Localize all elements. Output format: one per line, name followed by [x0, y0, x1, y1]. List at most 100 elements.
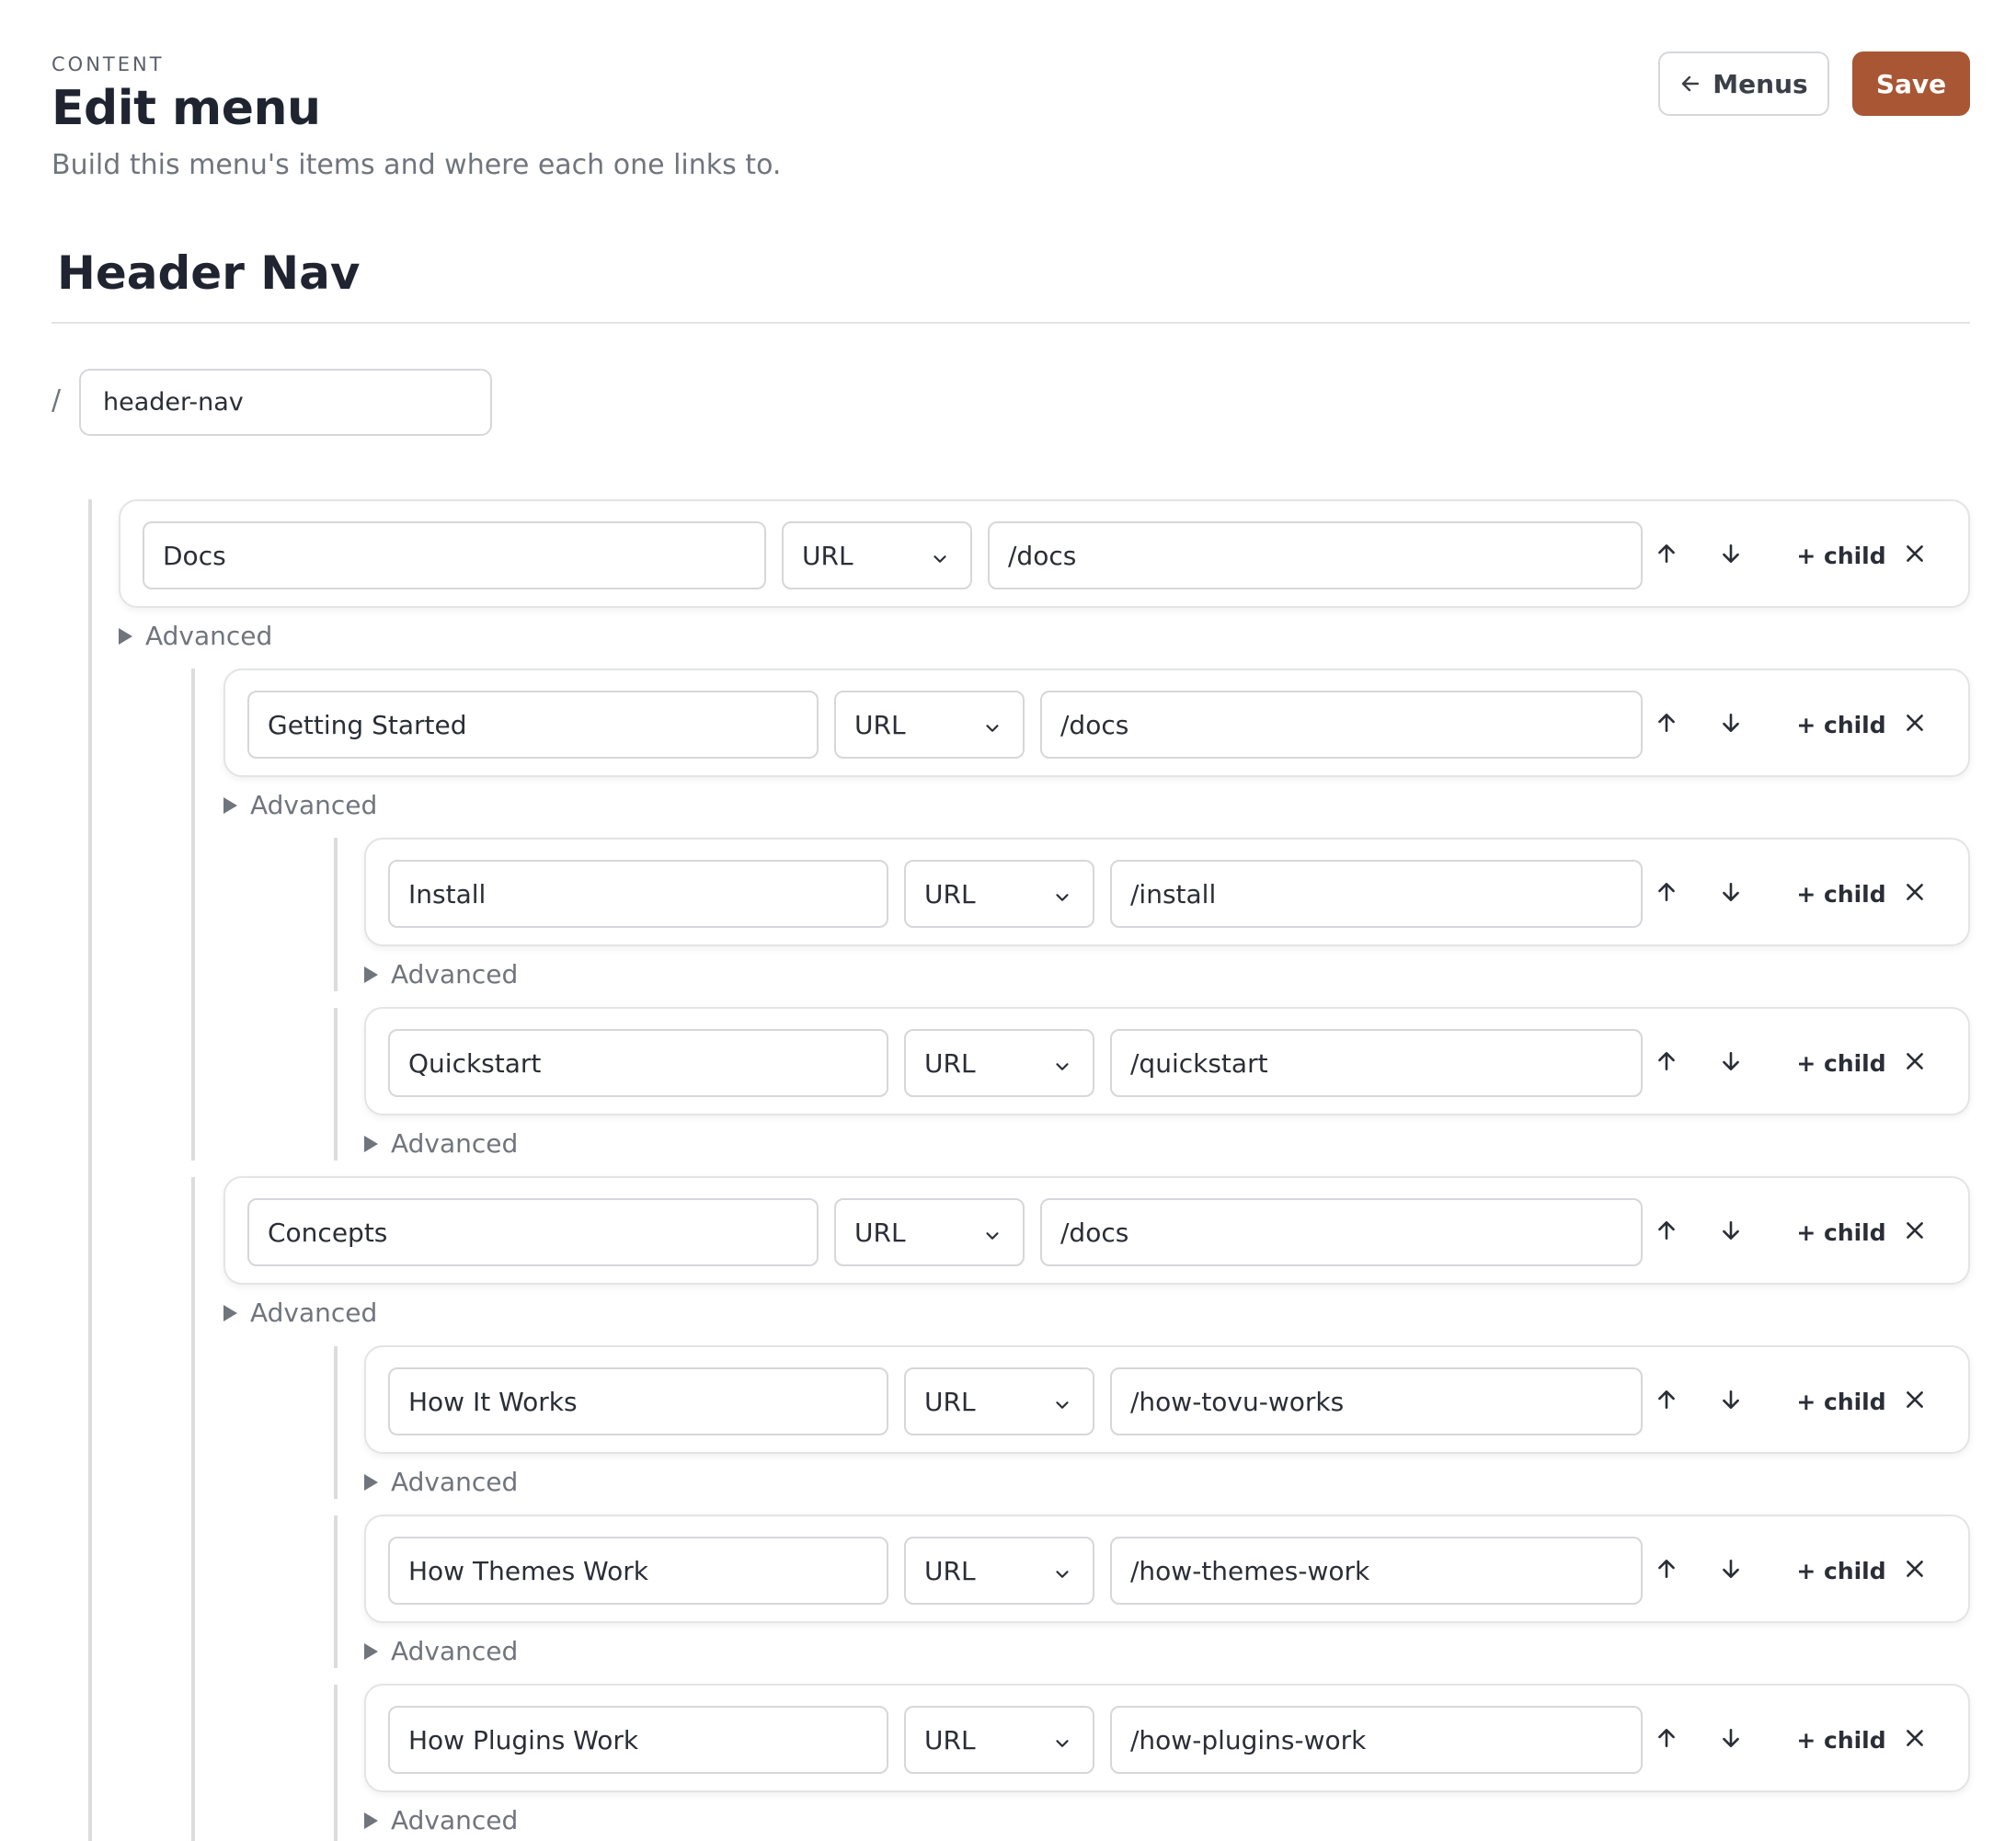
remove-item-button[interactable] [1896, 1036, 1933, 1090]
arrow-up-icon [1655, 1726, 1678, 1754]
close-icon [1903, 1557, 1927, 1584]
move-down-button[interactable] [1712, 1375, 1749, 1428]
caret-right-icon [223, 796, 237, 814]
add-child-button[interactable]: + child [1793, 1544, 1889, 1597]
arrow-down-icon [1719, 1388, 1743, 1415]
slug-input[interactable]: header-nav [79, 369, 492, 436]
move-up-button[interactable] [1648, 1544, 1685, 1597]
arrow-up-icon [1655, 880, 1678, 908]
slug-prefix: / [52, 384, 62, 417]
caret-right-icon [364, 1135, 378, 1152]
arrow-up-icon [1655, 711, 1678, 738]
move-up-button[interactable] [1648, 1375, 1685, 1428]
item-label-input[interactable]: Concepts [247, 1198, 819, 1266]
move-up-button[interactable] [1648, 1713, 1685, 1767]
section-eyebrow: CONTENT [52, 53, 165, 75]
advanced-toggle[interactable]: Advanced [364, 1467, 518, 1497]
move-down-button[interactable] [1712, 1544, 1749, 1597]
add-child-button[interactable]: + child [1793, 1713, 1889, 1767]
save-button[interactable]: Save [1852, 51, 1970, 116]
arrow-down-icon [1719, 542, 1743, 569]
item-label-input[interactable]: Docs [143, 521, 766, 589]
move-down-button[interactable] [1712, 1206, 1749, 1259]
menu-item-card: How Themes Work URL/how-themes-work + chil… [364, 1515, 1970, 1623]
remove-item-button[interactable] [1896, 698, 1933, 751]
item-url-input[interactable]: /how-tovu-works [1110, 1367, 1643, 1435]
remove-item-button[interactable] [1896, 1206, 1933, 1259]
menu-item-card: How Plugins Work URL/how-plugins-work + ch… [364, 1684, 1970, 1792]
chevron-down-icon [1052, 1053, 1072, 1073]
back-to-menus-button[interactable]: Menus [1658, 51, 1829, 116]
item-type-select[interactable]: URL [904, 1029, 1094, 1097]
item-url-input[interactable]: /how-themes-work [1110, 1537, 1643, 1605]
advanced-toggle[interactable]: Advanced [364, 1636, 518, 1666]
item-type-select[interactable]: URL [782, 521, 972, 589]
item-label-input[interactable]: How Themes Work [388, 1537, 888, 1605]
advanced-toggle[interactable]: Advanced [364, 1128, 518, 1159]
edit-menu-page: CONTENT Edit menu Build this menu's item… [0, 0, 2016, 1841]
add-child-button[interactable]: + child [1793, 529, 1889, 582]
add-child-button[interactable]: + child [1793, 1206, 1889, 1259]
advanced-toggle[interactable]: Advanced [364, 1805, 518, 1835]
item-url-input[interactable]: /install [1110, 860, 1643, 928]
remove-item-button[interactable] [1896, 1713, 1933, 1767]
close-icon [1903, 1049, 1927, 1077]
caret-right-icon [364, 1473, 378, 1491]
move-down-button[interactable] [1712, 1713, 1749, 1767]
item-label-input[interactable]: Quickstart [388, 1029, 888, 1097]
advanced-label: Advanced [145, 621, 273, 651]
advanced-toggle[interactable]: Advanced [364, 959, 518, 989]
advanced-label: Advanced [250, 790, 378, 820]
item-url-input[interactable]: /how-plugins-work [1110, 1706, 1643, 1774]
add-child-button[interactable]: + child [1793, 698, 1889, 751]
move-up-button[interactable] [1648, 1036, 1685, 1090]
remove-item-button[interactable] [1896, 529, 1933, 582]
tree-guide-line [88, 499, 92, 1841]
add-child-button[interactable]: + child [1793, 1036, 1889, 1090]
tree-guide-line [334, 1515, 338, 1668]
item-type-value: URL [924, 1386, 976, 1417]
item-type-select[interactable]: URL [904, 860, 1094, 928]
item-url-input[interactable]: /docs [1040, 1198, 1643, 1266]
item-type-select[interactable]: URL [834, 691, 1025, 759]
item-type-select[interactable]: URL [904, 1706, 1094, 1774]
move-down-button[interactable] [1712, 1036, 1749, 1090]
advanced-label: Advanced [391, 1467, 519, 1497]
arrow-up-icon [1655, 1557, 1678, 1584]
add-child-button[interactable]: + child [1793, 867, 1889, 920]
remove-item-button[interactable] [1896, 1375, 1933, 1428]
move-up-button[interactable] [1648, 529, 1685, 582]
item-label-input[interactable]: How Plugins Work [388, 1706, 888, 1774]
menu-item-card: Concepts URL/docs + child [223, 1176, 1970, 1285]
item-label-input[interactable]: Getting Started [247, 691, 819, 759]
close-icon [1903, 880, 1927, 908]
item-type-value: URL [924, 1047, 976, 1079]
item-url-input[interactable]: /docs [988, 521, 1643, 589]
caret-right-icon [364, 966, 378, 983]
advanced-toggle[interactable]: Advanced [223, 790, 377, 820]
close-icon [1903, 1726, 1927, 1754]
item-url-input[interactable]: /docs [1040, 691, 1643, 759]
move-down-button[interactable] [1712, 529, 1749, 582]
item-url-input[interactable]: /quickstart [1110, 1029, 1643, 1097]
item-label-input[interactable]: How It Works [388, 1367, 888, 1435]
remove-item-button[interactable] [1896, 867, 1933, 920]
menu-name-heading: Header Nav [57, 246, 361, 300]
move-up-button[interactable] [1648, 1206, 1685, 1259]
item-type-select[interactable]: URL [834, 1198, 1025, 1266]
move-up-button[interactable] [1648, 867, 1685, 920]
add-child-button[interactable]: + child [1793, 1375, 1889, 1428]
move-up-button[interactable] [1648, 698, 1685, 751]
move-down-button[interactable] [1712, 867, 1749, 920]
remove-item-button[interactable] [1896, 1544, 1933, 1597]
advanced-toggle[interactable]: Advanced [223, 1298, 377, 1328]
advanced-toggle[interactable]: Advanced [119, 621, 272, 651]
move-down-button[interactable] [1712, 698, 1749, 751]
item-type-value: URL [924, 1724, 976, 1755]
item-type-select[interactable]: URL [904, 1537, 1094, 1605]
arrow-down-icon [1719, 711, 1743, 738]
item-type-select[interactable]: URL [904, 1367, 1094, 1435]
item-label-input[interactable]: Install [388, 860, 888, 928]
menu-item-card: Docs URL/docs + child [119, 499, 1970, 608]
close-icon [1903, 1218, 1927, 1246]
